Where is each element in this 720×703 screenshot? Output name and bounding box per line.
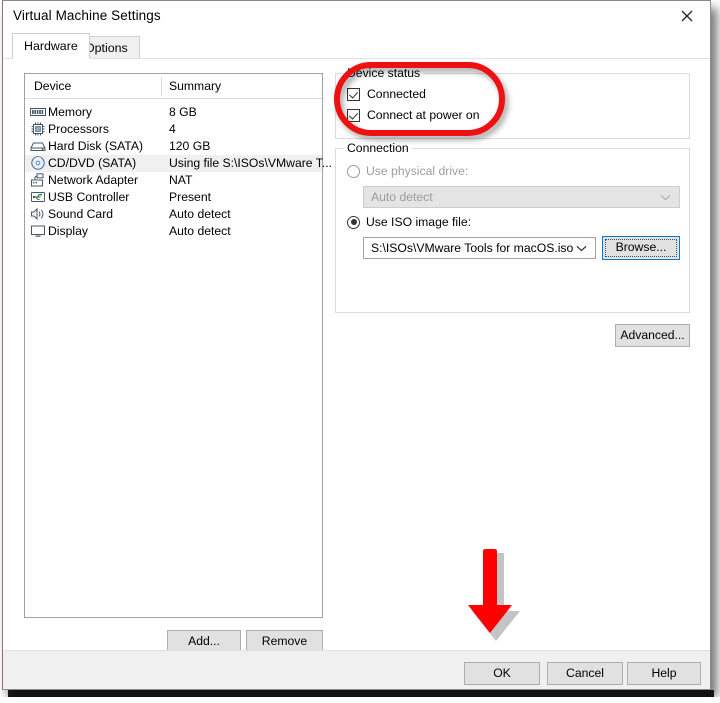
- ok-button[interactable]: OK: [464, 662, 540, 685]
- physical-drive-combo-value: Auto detect: [371, 190, 433, 204]
- physical-drive-combo[interactable]: Auto detect: [363, 186, 680, 208]
- device-summary: 120 GB: [169, 139, 211, 153]
- device-settings-pane: Device status Connected Connect at power…: [335, 59, 695, 650]
- tab-strip: Hardware Options: [3, 32, 710, 59]
- device-row-sound-card[interactable]: Sound Card Auto detect: [25, 206, 322, 223]
- window-title: Virtual Machine Settings: [13, 8, 161, 23]
- checkbox-connect-at-power-on-label: Connect at power on: [367, 108, 480, 122]
- radio-use-iso-image-file-dot[interactable]: [347, 215, 360, 229]
- device-row-display[interactable]: Display Auto detect: [25, 223, 322, 240]
- device-name: USB Controller: [48, 190, 130, 204]
- processor-icon: [30, 122, 46, 137]
- device-name: Hard Disk (SATA): [48, 139, 144, 153]
- device-row-memory[interactable]: Memory 8 GB: [25, 104, 322, 121]
- radio-use-physical-drive-label: Use physical drive:: [366, 164, 469, 178]
- page-background: [0, 697, 720, 703]
- device-name: CD/DVD (SATA): [48, 156, 137, 170]
- radio-use-physical-drive-dot[interactable]: [347, 164, 360, 178]
- display-icon: [30, 224, 46, 239]
- device-summary: Using file S:\ISOs\VMware T...: [169, 156, 333, 170]
- device-row-cd-dvd[interactable]: CD/DVD (SATA) Using file S:\ISOs\VMware …: [25, 155, 332, 172]
- usb-controller-icon: [30, 190, 46, 205]
- checkbox-connect-at-power-on[interactable]: Connect at power on: [347, 108, 479, 122]
- memory-icon: [30, 105, 46, 120]
- hard-disk-icon: [30, 139, 46, 154]
- device-row-hard-disk[interactable]: Hard Disk (SATA) 120 GB: [25, 138, 322, 155]
- advanced-button[interactable]: Advanced...: [615, 324, 690, 347]
- column-header-summary: Summary: [169, 79, 222, 93]
- radio-use-iso-image-file[interactable]: Use ISO image file:: [347, 215, 471, 229]
- browse-button[interactable]: Browse...: [602, 236, 680, 260]
- radio-use-physical-drive[interactable]: Use physical drive:: [347, 164, 468, 178]
- radio-use-iso-image-file-label: Use ISO image file:: [366, 215, 471, 229]
- device-status-group: Device status Connected Connect at power…: [335, 66, 690, 139]
- chevron-down-icon: [660, 187, 671, 207]
- device-summary: Auto detect: [169, 224, 231, 238]
- dialog-footer: OK Cancel Help: [3, 650, 710, 689]
- device-summary: 8 GB: [169, 105, 197, 119]
- browse-button-label: Browse...: [615, 240, 667, 254]
- iso-path-combo-value: S:\ISOs\VMware Tools for macOS.iso: [371, 241, 574, 255]
- device-status-group-title: Device status: [344, 66, 424, 80]
- device-name: Processors: [48, 122, 109, 136]
- device-name: Sound Card: [48, 207, 114, 221]
- column-header-device: Device: [34, 79, 72, 93]
- device-list-header: Device Summary: [25, 74, 322, 99]
- close-icon[interactable]: [664, 1, 710, 31]
- virtual-machine-settings-window: Virtual Machine Settings Hardware Option…: [2, 0, 711, 690]
- checkbox-connect-at-power-on-box[interactable]: [347, 108, 360, 122]
- device-summary: NAT: [169, 173, 193, 187]
- connection-group: Connection Use physical drive: Auto dete…: [335, 141, 690, 313]
- device-row-usb-controller[interactable]: USB Controller Present: [25, 189, 322, 206]
- device-row-network-adapter[interactable]: Network Adapter NAT: [25, 172, 322, 189]
- sound-card-icon: [30, 207, 46, 222]
- network-adapter-icon: [30, 173, 46, 188]
- device-name: Display: [48, 224, 88, 238]
- help-button[interactable]: Help: [627, 662, 701, 685]
- device-summary: 4: [169, 122, 176, 136]
- device-list[interactable]: Device Summary Memory 8 GB Processors 4 …: [24, 73, 332, 618]
- cd-dvd-icon: [30, 156, 46, 171]
- checkbox-connected-box[interactable]: [347, 87, 360, 101]
- device-name: Memory: [48, 105, 93, 119]
- cancel-button[interactable]: Cancel: [547, 662, 623, 685]
- device-summary: Auto detect: [169, 207, 231, 221]
- device-row-processors[interactable]: Processors 4: [25, 121, 322, 138]
- iso-path-combo[interactable]: S:\ISOs\VMware Tools for macOS.iso: [363, 237, 596, 259]
- device-summary: Present: [169, 190, 212, 204]
- checkbox-connected[interactable]: Connected: [347, 87, 426, 101]
- settings-body: Device Summary Memory 8 GB Processors 4 …: [3, 59, 710, 653]
- tab-hardware[interactable]: Hardware: [12, 33, 90, 59]
- chevron-down-icon: [576, 238, 587, 258]
- title-bar: Virtual Machine Settings: [3, 1, 710, 32]
- column-divider: [161, 77, 162, 96]
- connection-group-title: Connection: [344, 141, 412, 155]
- checkbox-connected-label: Connected: [367, 87, 426, 101]
- device-name: Network Adapter: [48, 173, 139, 187]
